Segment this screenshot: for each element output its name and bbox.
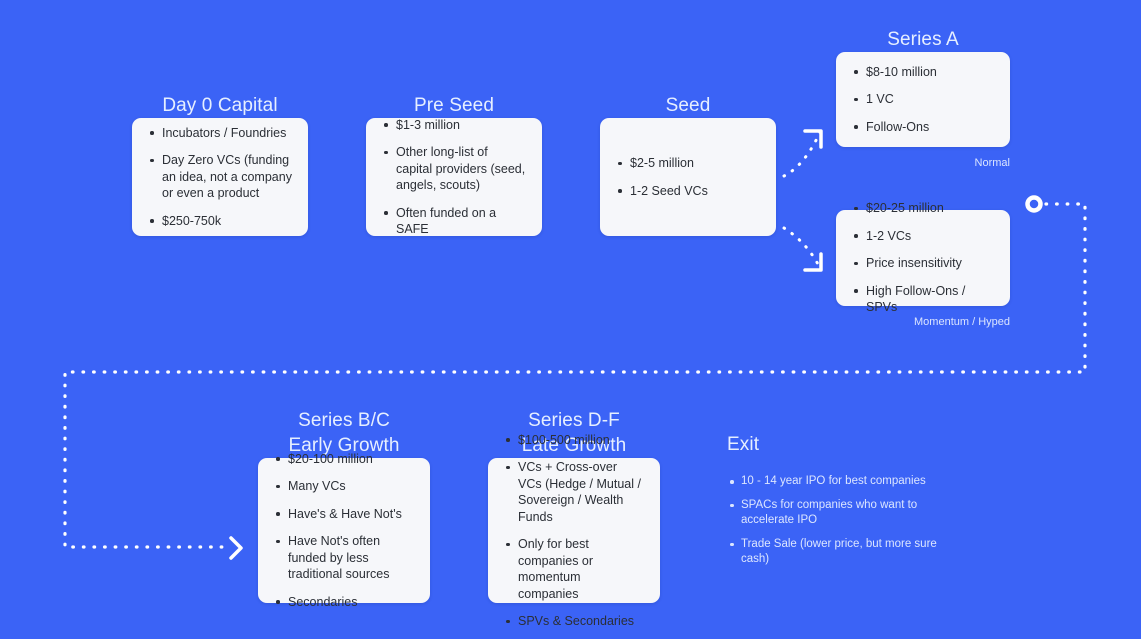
arrowhead-series-bc-icon xyxy=(229,536,243,560)
list-item: Day Zero VCs (funding an idea, not a com… xyxy=(146,152,292,202)
bullet-list-day-0-capital: Incubators / Foundries Day Zero VCs (fun… xyxy=(146,125,292,230)
list-item: Often funded on a SAFE xyxy=(380,205,526,238)
list-item: $2-5 million xyxy=(614,155,760,172)
stage-series-bc: Series B/C Early Growth $20-100 million … xyxy=(258,408,430,609)
bullet-list-exit: 10 - 14 year IPO for best companies SPAC… xyxy=(727,474,942,568)
connector-seed-to-momentum xyxy=(782,226,822,270)
list-item: $1-3 million xyxy=(380,117,526,134)
arrowhead-series-a-icon xyxy=(803,129,823,149)
card-series-a-momentum: $20-25 million 1-2 VCs Price insensitivi… xyxy=(836,201,1010,314)
list-item: Incubators / Foundries xyxy=(146,125,292,142)
list-item: Other long-list of capital providers (se… xyxy=(380,144,526,194)
stage-series-a: Series A $8-10 million 1 VC Follow-Ons N… xyxy=(836,27,1010,170)
list-item: Trade Sale (lower price, but more sure c… xyxy=(727,537,942,568)
bullet-list-series-bc: $20-100 million Many VCs Have's & Have N… xyxy=(272,451,414,611)
stage-series-a-momentum: $20-25 million 1-2 VCs Price insensitivi… xyxy=(836,201,1010,329)
list-item: Have's & Have Not's xyxy=(272,506,414,523)
stage-exit: Exit 10 - 14 year IPO for best companies… xyxy=(727,432,942,568)
list-item: $100-500 million xyxy=(502,432,644,449)
list-item: $8-10 million xyxy=(850,64,994,81)
diagram-canvas: Day 0 Capital Incubators / Foundries Day… xyxy=(0,0,1141,639)
stage-heading-seed: Seed xyxy=(665,95,711,116)
stage-heading-day-0-capital: Day 0 Capital xyxy=(162,95,278,116)
stage-heading-pre-seed: Pre Seed xyxy=(413,95,495,116)
bullet-list-pre-seed: $1-3 million Other long-list of capital … xyxy=(380,117,526,238)
list-item: Follow-Ons xyxy=(850,119,994,136)
card-series-df: $100-500 million VCs + Cross-over VCs (H… xyxy=(488,433,660,628)
caption-momentum-hyped: Momentum / Hyped xyxy=(914,316,1010,328)
list-item: $20-25 million xyxy=(850,200,994,217)
list-item: SPVs & Secondaries xyxy=(502,613,644,630)
list-item: Have Not's often funded by less traditio… xyxy=(272,533,414,583)
arrowhead-momentum-icon xyxy=(803,252,823,272)
caption-normal: Normal xyxy=(974,157,1010,169)
list-item: $250-750k xyxy=(146,213,292,230)
connector-seed-to-series-a xyxy=(782,130,822,178)
card-pre-seed: $1-3 million Other long-list of capital … xyxy=(366,118,542,236)
bullet-list-seed: $2-5 million 1-2 Seed VCs xyxy=(614,155,760,199)
bullet-list-series-a: $8-10 million 1 VC Follow-Ons xyxy=(850,64,994,136)
stage-heading-exit: Exit xyxy=(727,434,760,455)
list-item: 10 - 14 year IPO for best companies xyxy=(727,474,942,490)
list-item: Secondaries xyxy=(272,594,414,611)
junction-ring-icon xyxy=(1025,195,1043,213)
list-item: $20-100 million xyxy=(272,451,414,468)
list-item: High Follow-Ons / SPVs xyxy=(850,283,994,316)
card-seed: $2-5 million 1-2 Seed VCs xyxy=(600,118,776,236)
card-day-0-capital: Incubators / Foundries Day Zero VCs (fun… xyxy=(132,118,308,236)
card-series-a-normal: $8-10 million 1 VC Follow-Ons xyxy=(836,52,1010,147)
list-item: 1-2 VCs xyxy=(850,228,994,245)
list-item: SPACs for companies who want to accelera… xyxy=(727,498,942,529)
list-item: Many VCs xyxy=(272,478,414,495)
stage-series-df: Series D-F Late Growth $100-500 million … xyxy=(488,408,660,628)
stage-seed: Seed $2-5 million 1-2 Seed VCs xyxy=(600,93,776,236)
card-series-bc: $20-100 million Many VCs Have's & Have N… xyxy=(258,452,430,609)
stage-pre-seed: Pre Seed $1-3 million Other long-list of… xyxy=(366,93,542,236)
list-item: Price insensitivity xyxy=(850,255,994,272)
list-item: 1-2 Seed VCs xyxy=(614,183,760,200)
stage-heading-series-a: Series A xyxy=(887,29,959,50)
list-item: VCs + Cross-over VCs (Hedge / Mutual / S… xyxy=(502,459,644,525)
list-item: 1 VC xyxy=(850,91,994,108)
bullet-list-series-df: $100-500 million VCs + Cross-over VCs (H… xyxy=(502,432,644,630)
stage-day-0-capital: Day 0 Capital Incubators / Foundries Day… xyxy=(132,93,308,236)
bullet-list-momentum: $20-25 million 1-2 VCs Price insensitivi… xyxy=(850,200,994,316)
list-item: Only for best companies or momentum comp… xyxy=(502,536,644,602)
